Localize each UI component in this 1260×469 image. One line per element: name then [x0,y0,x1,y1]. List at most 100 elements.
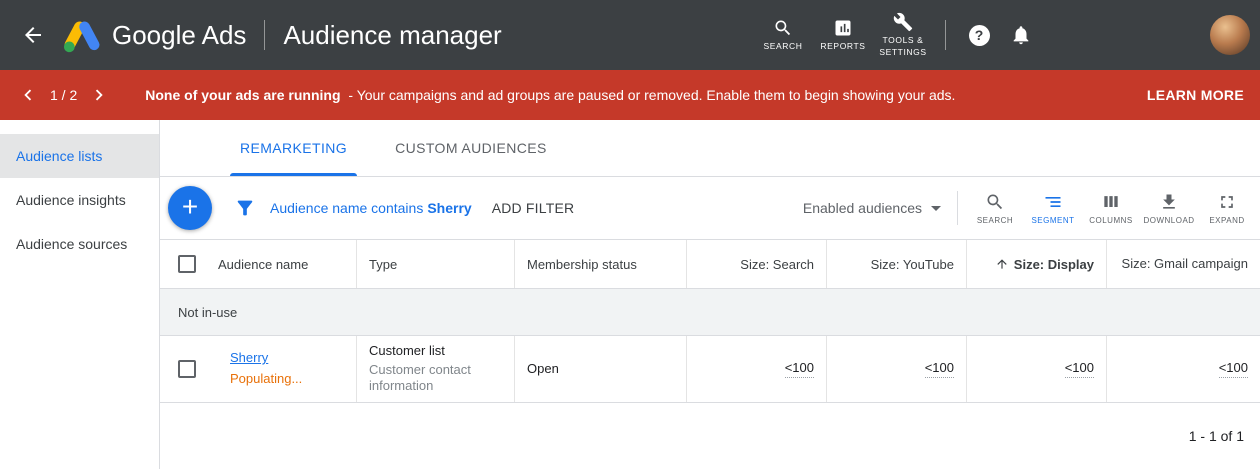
columns-label: COLUMNS [1089,216,1133,225]
columns-icon [1101,192,1121,212]
table-download-button[interactable]: DOWNLOAD [1140,192,1198,225]
tab-remarketing[interactable]: REMARKETING [216,120,371,176]
add-filter-button[interactable]: ADD FILTER [492,200,575,216]
main-content: REMARKETING CUSTOM AUDIENCES + Audience … [160,120,1260,469]
google-ads-app: Google Ads Audience manager SEARCH REPOR… [0,0,1260,469]
header-search-button[interactable]: SEARCH [753,18,813,52]
help-icon: ? [969,25,990,46]
size-youtube-value: <100 [925,360,954,379]
audience-name-link[interactable]: Sherry [230,350,268,367]
audience-view-dropdown[interactable]: Enabled audiences [803,200,941,216]
sidebar-item-audience-insights[interactable]: Audience insights [0,178,159,222]
sidebar-item-label: Audience sources [16,236,127,252]
back-button[interactable] [20,22,46,48]
download-icon [1159,192,1179,212]
column-header-size-youtube[interactable]: Size: YouTube [827,240,967,288]
account-avatar[interactable] [1210,15,1250,55]
plus-icon: + [182,193,198,221]
chevron-down-icon [931,206,941,211]
table-columns-button[interactable]: COLUMNS [1082,192,1140,225]
size-display-cell: <100 [967,336,1107,402]
sidebar-item-label: Audience insights [16,192,126,208]
page-body: Audience lists Audience insights Audienc… [0,120,1260,469]
chevron-left-icon [17,84,39,106]
sort-ascending-icon [995,257,1009,271]
type-value: Customer list [369,343,502,360]
size-search-value: <100 [785,360,814,379]
learn-more-button[interactable]: LEARN MORE [1147,87,1244,103]
alert-banner: 1 / 2 None of your ads are running - You… [0,70,1260,120]
table-group-row: Not in-use [160,289,1260,336]
download-label: DOWNLOAD [1143,216,1194,225]
column-header-audience-name[interactable]: Audience name [218,240,357,288]
column-header-size-display[interactable]: Size: Display [967,240,1107,288]
tab-bar: REMARKETING CUSTOM AUDIENCES [160,120,1260,177]
sidebar-item-audience-lists[interactable]: Audience lists [0,134,159,178]
table-expand-button[interactable]: EXPAND [1198,192,1256,225]
top-app-bar: Google Ads Audience manager SEARCH REPOR… [0,0,1260,70]
alert-pagination: 1 / 2 [50,87,77,103]
header-actions: SEARCH REPORTS TOOLS & SETTINGS ? [753,12,1260,57]
header-divider [264,20,265,50]
help-button[interactable]: ? [958,14,1000,56]
group-label: Not in-use [178,305,237,320]
table-search-button[interactable]: SEARCH [966,192,1024,225]
row-checkbox[interactable] [178,360,196,378]
search-label: SEARCH [763,41,802,52]
reports-icon [833,18,853,38]
header-vertical-divider [945,20,946,50]
next-alert-button[interactable] [87,83,111,107]
size-display-value: <100 [1065,360,1094,379]
column-header-label: Size: Display [1014,257,1094,272]
dropdown-selected-value: Enabled audiences [803,200,922,216]
previous-alert-button[interactable] [16,83,40,107]
alert-description: - Your campaigns and ad groups are pause… [348,87,955,103]
active-filter-chip[interactable]: Audience name containsSherry [270,200,472,216]
add-audience-button[interactable]: + [168,186,212,230]
size-youtube-cell: <100 [827,336,967,402]
toolbar-divider [957,191,958,225]
type-cell: Customer list Customer contact informati… [357,336,515,402]
tab-label: REMARKETING [240,140,347,156]
filter-condition-label: Audience name contains [270,200,423,216]
table-row: Sherry Populating... Customer list Custo… [160,336,1260,403]
segment-label: SEGMENT [1031,216,1074,225]
tab-custom-audiences[interactable]: CUSTOM AUDIENCES [371,120,571,176]
segment-icon [1043,192,1063,212]
column-header-size-gmail[interactable]: Size: Gmail campaign [1107,240,1260,288]
column-header-size-search[interactable]: Size: Search [687,240,827,288]
reports-label: REPORTS [820,41,865,52]
table-header-row: Audience name Type Membership status Siz… [160,239,1260,289]
product-name: Google Ads [112,20,246,51]
header-reports-button[interactable]: REPORTS [813,18,873,52]
select-all-checkbox[interactable] [178,255,196,273]
pagination-label: 1 - 1 of 1 [1189,428,1244,444]
sidebar-item-label: Audience lists [16,148,102,164]
membership-status-value: Open [527,361,674,378]
select-all-cell [160,240,218,288]
size-gmail-cell: <100 [1107,336,1260,402]
expand-label: EXPAND [1209,216,1244,225]
alert-title: None of your ads are running [145,87,340,103]
table-toolbar: + Audience name containsSherry ADD FILTE… [160,177,1260,239]
membership-status-cell: Open [515,336,687,402]
google-ads-logo-icon [62,17,102,53]
header-tools-settings-button[interactable]: TOOLS & SETTINGS [873,12,933,57]
filter-funnel-icon [234,197,256,219]
table-segment-button[interactable]: SEGMENT [1024,192,1082,225]
back-arrow-icon [21,23,45,47]
column-header-type[interactable]: Type [357,240,515,288]
populating-status: Populating... [230,371,344,388]
wrench-icon [893,12,913,32]
column-header-membership-status[interactable]: Membership status [515,240,687,288]
row-select-cell [160,336,218,402]
sidebar-item-audience-sources[interactable]: Audience sources [0,222,159,266]
tab-label: CUSTOM AUDIENCES [395,140,547,156]
search-label: SEARCH [977,216,1013,225]
type-detail: Customer contact information [369,362,502,396]
size-search-cell: <100 [687,336,827,402]
audience-name-cell: Sherry Populating... [218,336,357,402]
expand-icon [1217,192,1237,212]
filter-button[interactable] [234,197,256,219]
notifications-button[interactable] [1000,14,1042,56]
